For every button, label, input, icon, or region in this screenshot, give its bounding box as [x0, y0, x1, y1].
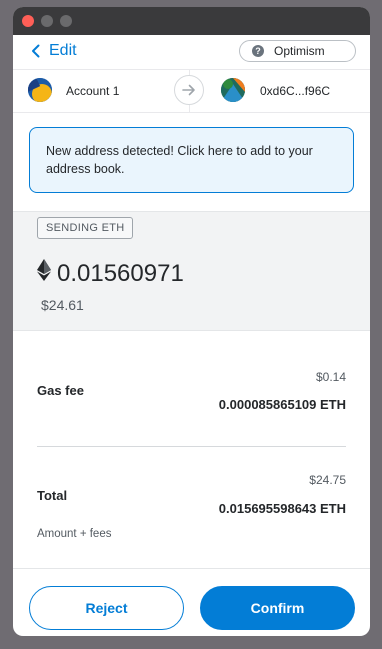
- edit-back-button[interactable]: Edit: [31, 42, 77, 60]
- gas-fee-eth: 0.000085865109 ETH: [218, 397, 346, 412]
- sender-avatar: [28, 78, 52, 102]
- confirm-header: Edit ? Optimism: [13, 35, 370, 69]
- gas-fee-label: Gas fee: [37, 383, 84, 398]
- send-amount: 0.01560971: [37, 259, 184, 288]
- arrow-right-icon: [174, 75, 204, 105]
- edit-label: Edit: [49, 42, 77, 59]
- chevron-left-icon: [31, 44, 40, 58]
- reject-button[interactable]: Reject: [29, 586, 184, 630]
- total-eth: 0.015695598643 ETH: [218, 501, 346, 516]
- sending-eth-badge: SENDING ETH: [37, 217, 134, 239]
- recipient-address[interactable]: 0xd6C...f96C: [260, 84, 330, 98]
- action-footer: Reject Confirm: [13, 568, 370, 636]
- title-bar: [13, 7, 370, 35]
- sender-account-name: Account 1: [66, 84, 120, 98]
- network-name: Optimism: [274, 44, 325, 58]
- popup-window: Edit ? Optimism Account 1 0xd6C...f96C N…: [13, 7, 370, 636]
- confirm-button[interactable]: Confirm: [200, 586, 355, 630]
- new-address-notice[interactable]: New address detected! Click here to add …: [29, 127, 354, 193]
- total-label: Total: [37, 488, 68, 503]
- total-fiat: $24.75: [309, 473, 346, 487]
- send-amount-value: 0.01560971: [57, 259, 184, 287]
- network-selector[interactable]: ? Optimism: [239, 40, 356, 62]
- sender-recipient-bar: Account 1 0xd6C...f96C: [13, 69, 370, 113]
- ethereum-icon: [37, 259, 51, 288]
- close-window-button[interactable]: [22, 15, 34, 27]
- maximize-window-button[interactable]: [60, 15, 72, 27]
- gas-fee-fiat: $0.14: [315, 370, 346, 384]
- minimize-window-button[interactable]: [41, 15, 53, 27]
- amount-plus-fees-note: Amount + fees: [37, 528, 112, 540]
- divider: [37, 446, 346, 447]
- question-mark-icon: ?: [252, 45, 264, 57]
- recipient-avatar: [221, 78, 245, 102]
- sending-summary: SENDING ETH 0.01560971 $24.61: [13, 211, 370, 331]
- send-amount-fiat: $24.61: [41, 297, 84, 313]
